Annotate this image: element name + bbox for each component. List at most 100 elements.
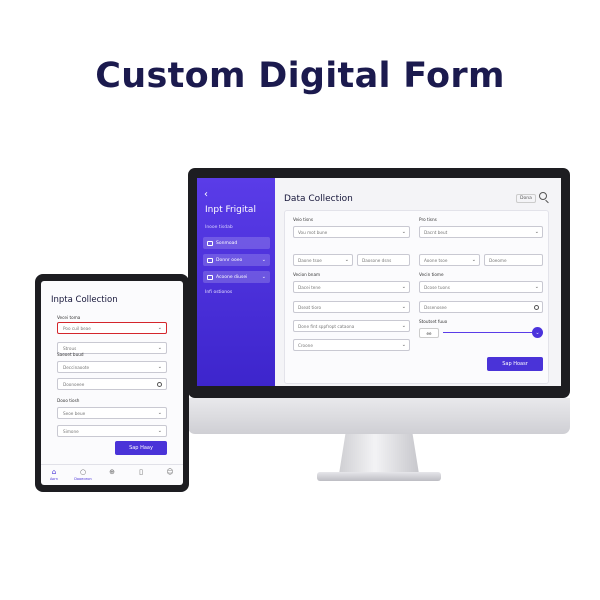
monitor-chin xyxy=(188,398,570,434)
nav-label: Aorn xyxy=(49,477,59,481)
select-value: Dseat tioro xyxy=(298,304,322,310)
select-field[interactable]: Dseat tioro ⌄ xyxy=(293,301,410,313)
chevron-down-icon: ⌄ xyxy=(401,304,406,310)
field-label: Vecei toma xyxy=(57,315,81,320)
chevron-down-icon: ⌄ xyxy=(535,329,540,336)
select-field[interactable]: Seoe beue ⌄ xyxy=(57,407,167,419)
input-value: Doonoeee xyxy=(63,381,85,387)
nav-item-profile[interactable]: ☺ xyxy=(157,468,183,477)
slider-handle[interactable]: ⌄ xyxy=(532,327,543,338)
sidebar-item-label: Acoone diusei xyxy=(216,274,248,280)
document-icon: ▯ xyxy=(139,468,143,476)
chevron-down-icon: ⌄ xyxy=(401,229,406,235)
search-icon[interactable] xyxy=(539,192,547,200)
radio-icon xyxy=(534,305,539,310)
field-label: Pro tisns xyxy=(419,217,437,222)
chevron-down-icon: ⌄ xyxy=(471,257,476,263)
select-value: Dacei tene xyxy=(298,284,321,290)
select-value: Vou mot bune xyxy=(298,229,328,235)
chevron-down-icon: ⌄ xyxy=(157,325,162,331)
sidebar-item-3[interactable]: Acoone diusei ⌄ xyxy=(203,271,270,283)
user-icon: ☺ xyxy=(166,468,174,476)
select-value: Strous xyxy=(63,345,77,351)
chevron-down-icon: ⌄ xyxy=(261,274,266,280)
chevron-down-icon: ⌄ xyxy=(401,342,406,348)
input-value: Aoone tsoe xyxy=(424,257,448,263)
field-label: Saeoet buud xyxy=(57,352,84,357)
select-field[interactable]: Croone ⌄ xyxy=(293,339,410,351)
select-value: Croone xyxy=(298,342,313,348)
chevron-down-icon: ⌄ xyxy=(157,410,162,416)
input-field[interactable]: Doonoeee xyxy=(57,378,167,390)
sidebar-item-1[interactable]: Sonmoad xyxy=(203,237,270,249)
select-value: Simone xyxy=(63,428,79,434)
tablet-screen: Inpta Collection Vecei toma Poo cuil bea… xyxy=(41,281,183,485)
chevron-down-icon: ⌄ xyxy=(157,345,162,351)
chevron-down-icon: ⌄ xyxy=(401,284,406,290)
monitor-stand-foot xyxy=(317,472,441,481)
chevron-down-icon: ⌄ xyxy=(534,284,539,290)
page-title: Custom Digital Form xyxy=(95,56,505,96)
bottom-nav: ⌂ Aorn ○ Dooeceon ⊕ ▯ ☺ xyxy=(41,464,183,485)
field-label: Dooo tiosh xyxy=(57,398,80,403)
select-value: Done fint sppfropt cataona xyxy=(298,323,355,329)
input-value: Doeome xyxy=(489,257,507,263)
input-value: Daosone dsns xyxy=(362,257,392,263)
select-value: Deccinaoote xyxy=(63,364,90,370)
monitor-stand-neck xyxy=(339,434,419,474)
sidebar-item-label: Sonmoad xyxy=(216,240,238,246)
input-field[interactable]: Dssenosee xyxy=(419,301,543,313)
chevron-down-icon: ⌄ xyxy=(401,323,406,329)
chevron-left-icon[interactable]: ‹ xyxy=(204,189,208,200)
grid-icon xyxy=(207,257,213,263)
range-slider[interactable]: ee ⌄ xyxy=(419,327,545,339)
select-field[interactable]: Dacnt beut ⌄ xyxy=(419,226,543,238)
select-field-active[interactable]: Poo cuil beae ⌄ xyxy=(57,322,167,334)
slider-track[interactable] xyxy=(443,332,536,334)
settings-icon xyxy=(207,274,213,280)
nav-item-documents[interactable]: ▯ xyxy=(128,468,154,477)
chevron-down-icon: ⌄ xyxy=(344,257,349,263)
select-value: Dcose tuons xyxy=(424,284,450,290)
select-field[interactable]: Dacei tene ⌄ xyxy=(293,281,410,293)
input-field[interactable]: Doeome xyxy=(484,254,543,266)
sidebar-brand: Inpt Frigital xyxy=(205,205,256,215)
select-field[interactable]: Dcose tuons ⌄ xyxy=(419,281,543,293)
field-label: Veio tisns xyxy=(293,217,313,222)
monitor-screen: ‹ Inpt Frigital Inooe tisdab Sonmoad Don… xyxy=(197,178,561,386)
chevron-down-icon: ⌄ xyxy=(534,229,539,235)
radio-icon xyxy=(157,382,162,387)
home-icon: ⌂ xyxy=(51,468,57,476)
sidebar-item-2[interactable]: Donnr ooeo ⌄ xyxy=(203,254,270,266)
select-field[interactable]: Vou mot bune ⌄ xyxy=(293,226,410,238)
input-value: Daone tsoe xyxy=(298,257,322,263)
select-field[interactable]: Simone ⌄ xyxy=(57,425,167,437)
nav-item-add[interactable]: ⊕ xyxy=(99,468,125,477)
nav-item-chat[interactable]: ○ Dooeceon xyxy=(70,468,96,481)
tablet-form-title: Inpta Collection xyxy=(51,295,118,305)
slider-tag: ee xyxy=(419,328,439,338)
done-button[interactable]: Dona xyxy=(516,194,536,203)
nav-item-home[interactable]: ⌂ Aorn xyxy=(41,468,67,481)
select-value: Dacnt beut xyxy=(424,229,448,235)
input-value: Dssenosee xyxy=(424,304,447,310)
chevron-down-icon: ⌄ xyxy=(157,364,162,370)
select-field[interactable]: Done fint sppfropt cataona ⌄ xyxy=(293,320,410,332)
input-field[interactable]: Daone tsoe ⌄ xyxy=(293,254,353,266)
submit-button[interactable]: Sap Hoasr xyxy=(487,357,543,371)
select-value: Seoe beue xyxy=(63,410,86,416)
input-field[interactable]: Aoone tsoe ⌄ xyxy=(419,254,480,266)
tablet-submit-button[interactable]: Sap Haay xyxy=(115,441,167,455)
chevron-down-icon: ⌄ xyxy=(261,257,266,263)
chevron-down-icon: ⌄ xyxy=(157,428,162,434)
plus-icon: ⊕ xyxy=(109,468,115,476)
select-field[interactable]: Deccinaoote ⌄ xyxy=(57,361,167,373)
sidebar: ‹ Inpt Frigital Inooe tisdab Sonmoad Don… xyxy=(197,178,275,386)
sidebar-footer-link[interactable]: Infi ostionos xyxy=(205,290,232,295)
slider-tag-label: ee xyxy=(426,330,432,336)
field-label: Vecion bnam xyxy=(293,272,321,277)
input-field[interactable]: Daosone dsns xyxy=(357,254,410,266)
field-label: Stoutset fuuo xyxy=(419,319,448,324)
field-label: Vecin tiome xyxy=(419,272,444,277)
chat-icon: ○ xyxy=(79,468,87,476)
